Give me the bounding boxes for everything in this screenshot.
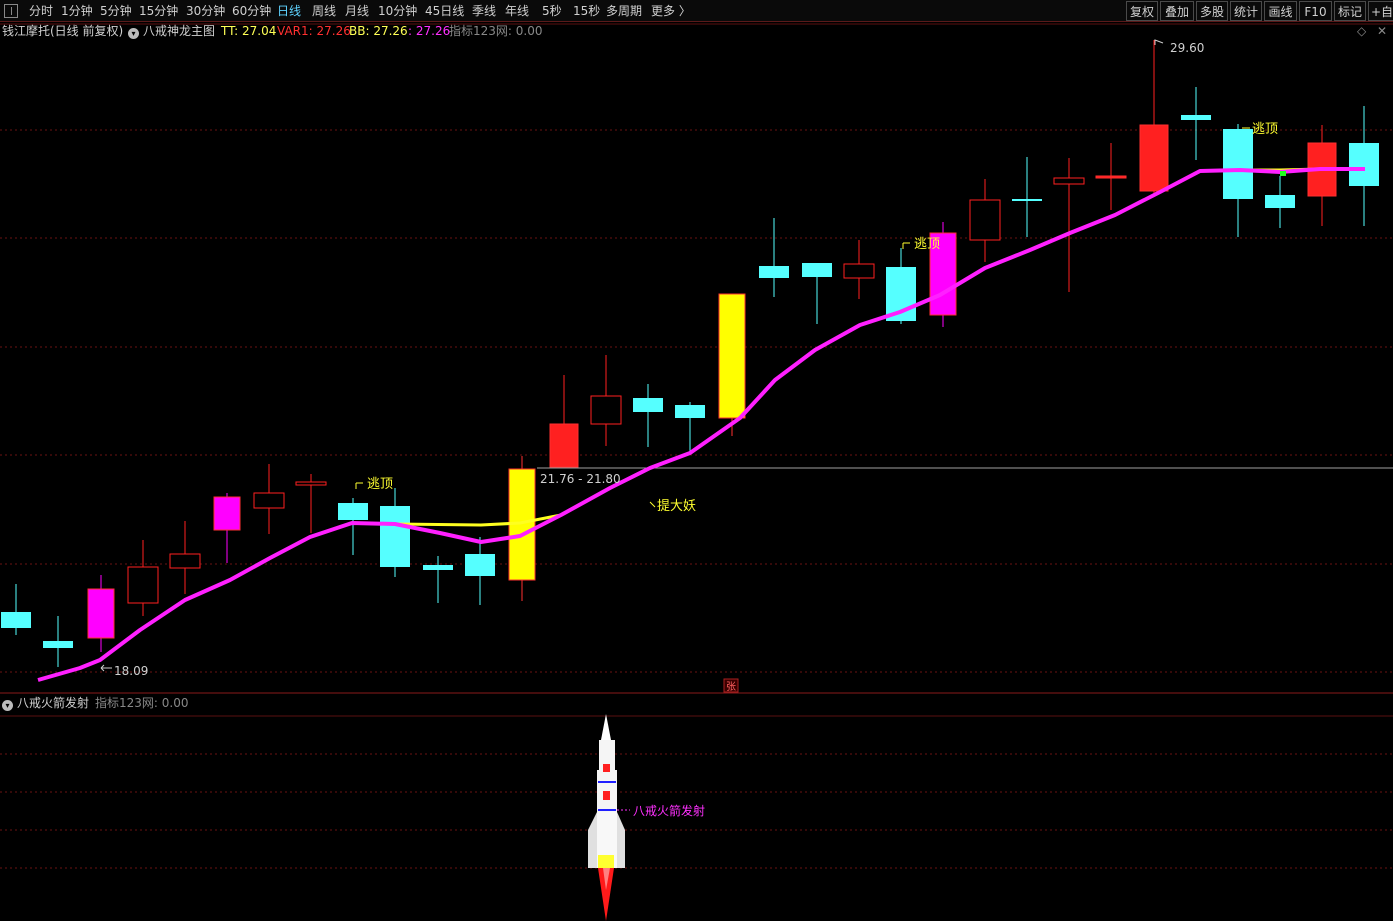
escape-top-label-3: 逃顶 bbox=[1252, 122, 1278, 137]
period-tab-5[interactable]: 60分钟 bbox=[232, 3, 271, 19]
escape-top-label-2: 逃顶 bbox=[914, 237, 940, 252]
svg-text:张: 张 bbox=[726, 681, 736, 693]
candle-10 bbox=[423, 556, 453, 603]
rocket-label: 八戒火箭发射 bbox=[633, 803, 705, 818]
candle-24 bbox=[1012, 157, 1042, 237]
panel-toggle-icon[interactable] bbox=[4, 4, 18, 18]
candle-11 bbox=[465, 537, 495, 605]
price-range: 21.76 - 21.80 bbox=[540, 472, 621, 486]
period-tab-8[interactable]: 月线 bbox=[345, 3, 369, 19]
toolbar-button-0[interactable]: 复权 bbox=[1126, 1, 1158, 21]
candle-19 bbox=[802, 263, 832, 324]
toolbar-button-4[interactable]: 画线 bbox=[1264, 1, 1297, 21]
candle-1 bbox=[43, 616, 73, 667]
period-tab-11[interactable]: 季线 bbox=[472, 3, 496, 19]
trend-lines bbox=[37, 167, 1365, 682]
period-tab-3[interactable]: 15分钟 bbox=[139, 3, 178, 19]
candle-23 bbox=[969, 179, 1001, 262]
toolbar-button-2[interactable]: 多股 bbox=[1196, 1, 1228, 21]
lift-demon-label: 提大妖 bbox=[657, 498, 696, 514]
toolbar-button-5[interactable]: F10 bbox=[1299, 1, 1332, 21]
candle-27 bbox=[1139, 40, 1169, 194]
candle-32 bbox=[1349, 106, 1379, 226]
grid-lines bbox=[0, 23, 1393, 869]
period-tab-1[interactable]: 1分钟 bbox=[61, 3, 93, 19]
candle-20 bbox=[843, 240, 875, 299]
candle-7 bbox=[295, 474, 327, 533]
candle-28 bbox=[1181, 87, 1211, 160]
period-tab-15[interactable]: 多周期 bbox=[606, 3, 642, 19]
toolbar-button-1[interactable]: 叠加 bbox=[1160, 1, 1194, 21]
candlesticks bbox=[1, 40, 1379, 667]
candle-6 bbox=[253, 464, 285, 534]
period-tab-0[interactable]: 分时 bbox=[29, 3, 53, 19]
candle-0 bbox=[1, 584, 31, 635]
candle-18 bbox=[759, 218, 789, 297]
period-tab-2[interactable]: 5分钟 bbox=[100, 3, 132, 19]
price-chart[interactable]: 29.60 18.09 21.76 - 21.80 逃顶 逃顶 逃顶 提大妖 张… bbox=[0, 22, 1393, 921]
period-tab-6[interactable]: 日线 bbox=[277, 3, 301, 19]
period-tab-10[interactable]: 45日线 bbox=[425, 3, 464, 19]
toolbar-button-6[interactable]: 标记 bbox=[1334, 1, 1366, 21]
candle-9 bbox=[380, 488, 410, 577]
candle-30 bbox=[1265, 176, 1295, 228]
candle-4 bbox=[169, 521, 201, 594]
period-tab-13[interactable]: 5秒 bbox=[542, 3, 562, 19]
escape-top-label-1: 逃顶 bbox=[367, 477, 393, 492]
period-tab-9[interactable]: 10分钟 bbox=[378, 3, 417, 19]
chart-labels: 29.60 18.09 21.76 - 21.80 逃顶 逃顶 逃顶 提大妖 张 bbox=[100, 39, 1286, 693]
rocket-icon: 八戒火箭发射 bbox=[588, 714, 705, 921]
period-tab-14[interactable]: 15秒 bbox=[573, 3, 600, 19]
ma-line bbox=[37, 167, 1365, 682]
candle-26 bbox=[1095, 143, 1127, 210]
toolbar-button-7[interactable]: +自 bbox=[1368, 1, 1393, 21]
candle-15 bbox=[633, 384, 663, 447]
period-tab-12[interactable]: 年线 bbox=[505, 3, 529, 19]
high-marker: 29.60 bbox=[1170, 41, 1204, 55]
candle-31 bbox=[1307, 125, 1337, 226]
toolbar-button-3[interactable]: 统计 bbox=[1230, 1, 1262, 21]
candle-14 bbox=[590, 355, 622, 446]
period-tab-4[interactable]: 30分钟 bbox=[186, 3, 225, 19]
period-tab-7[interactable]: 周线 bbox=[312, 3, 336, 19]
candle-2 bbox=[87, 575, 115, 652]
period-tab-16[interactable]: 更多 〉 bbox=[651, 3, 691, 19]
candle-29 bbox=[1223, 124, 1253, 237]
candle-25 bbox=[1053, 158, 1085, 292]
candle-3 bbox=[127, 540, 159, 616]
candle-13 bbox=[549, 375, 579, 468]
low-marker: 18.09 bbox=[114, 664, 148, 678]
candle-5 bbox=[213, 493, 241, 563]
period-toolbar: 分时 1分钟 5分钟 15分钟 30分钟 60分钟 日线 周线 月线 10分钟 45日线 季线 年线 5秒… bbox=[0, 0, 1393, 22]
